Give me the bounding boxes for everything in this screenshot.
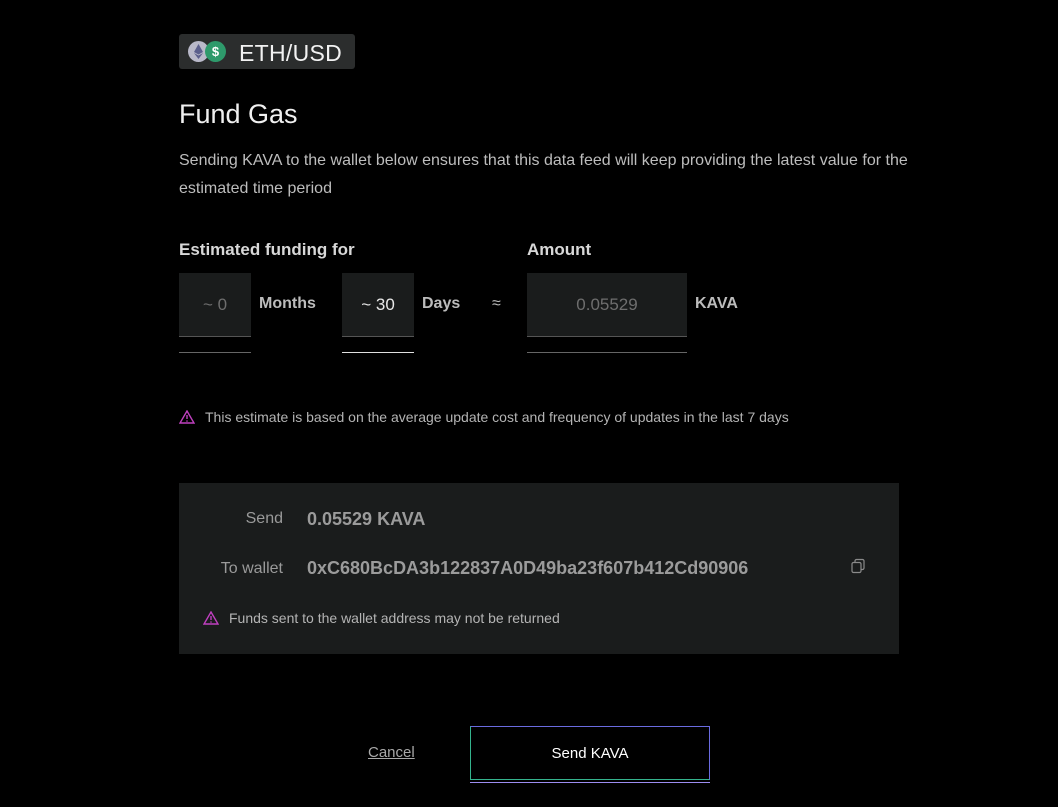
days-input[interactable]: ~ 30: [342, 295, 414, 315]
months-unit: Months: [259, 295, 316, 312]
funding-label: Estimated funding for: [179, 240, 355, 259]
wallet-address: 0xC680BcDA3b122837A0D49ba23f607b412Cd909…: [307, 558, 749, 578]
wallet-label: To wallet: [220, 560, 283, 577]
funds-warning: Funds sent to the wallet address may not…: [229, 610, 560, 626]
pair-badge: $ ETH/USD: [179, 34, 355, 69]
fund-gas-page: $ ETH/USD Fund Gas Sending KAVA to the w…: [0, 0, 1058, 807]
dollar-icon: $: [205, 41, 226, 62]
amount-label: Amount: [527, 240, 592, 259]
page-title: Fund Gas: [179, 99, 298, 129]
warning-icon: [203, 611, 219, 625]
amount-input[interactable]: 0.05529: [527, 295, 687, 315]
approx-symbol: ≈: [492, 295, 501, 312]
amount-field-underline: [527, 352, 687, 353]
pair-label: ETH/USD: [239, 40, 343, 66]
send-amount: 0.05529 KAVA: [307, 509, 426, 529]
days-unit: Days: [422, 295, 461, 312]
copy-icon[interactable]: [850, 558, 866, 574]
send-kava-button[interactable]: Send KAVA: [470, 726, 710, 780]
page-description: Sending KAVA to the wallet below ensures…: [179, 152, 908, 197]
cancel-button[interactable]: Cancel: [368, 744, 415, 761]
warning-icon: [179, 410, 195, 424]
months-field-underline: [179, 352, 251, 353]
send-label: Send: [245, 510, 283, 527]
send-button-underline: [470, 782, 710, 783]
months-input[interactable]: ~ 0: [179, 295, 251, 315]
days-field-underline: [342, 352, 414, 353]
amount-unit: KAVA: [695, 295, 738, 312]
estimate-note: This estimate is based on the average up…: [205, 409, 789, 425]
